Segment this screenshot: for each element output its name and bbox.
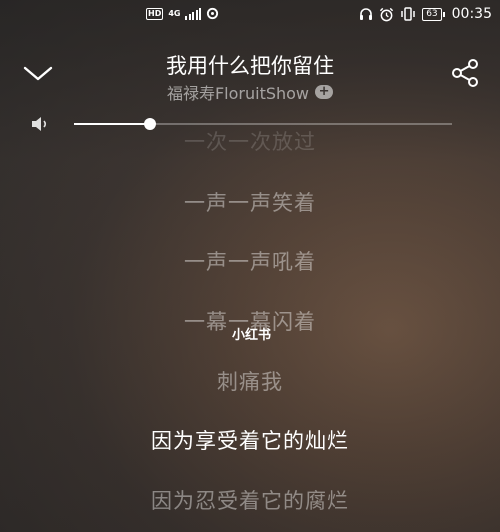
status-left: HD 4G	[146, 7, 219, 20]
signal-icon	[185, 7, 202, 20]
data-saver-icon	[207, 7, 219, 20]
artist-name[interactable]: 福禄寿FloruitShow	[167, 80, 309, 104]
vibrate-icon	[401, 7, 415, 21]
status-right: 63 00:35	[359, 6, 492, 22]
alarm-icon	[380, 7, 394, 21]
lyric-line[interactable]: 因为忍受着它的腐烂	[0, 485, 500, 515]
headphones-icon	[360, 8, 373, 20]
hd-icon: HD	[146, 7, 164, 20]
follow-artist-button[interactable]: +	[315, 85, 334, 99]
lyric-line[interactable]: 一次一次放过	[0, 126, 500, 156]
clock: 00:35	[451, 6, 492, 22]
artist-row: 福禄寿FloruitShow +	[0, 80, 500, 104]
network-type: 4G	[168, 9, 181, 18]
status-bar: HD 4G 63 00:35	[0, 0, 500, 30]
song-title: 我用什么把你留住	[166, 54, 334, 78]
lyric-line-current[interactable]: 因为享受着它的灿烂	[0, 425, 500, 455]
player-header: 我用什么把你留住 福禄寿FloruitShow +	[0, 48, 500, 108]
lyric-line[interactable]: 一声一声笑着	[0, 187, 500, 217]
battery-icon: 63	[422, 7, 446, 21]
watermark-logo: 小红书	[232, 328, 272, 343]
share-icon[interactable]	[450, 58, 480, 88]
lyric-line[interactable]: 刺痛我	[0, 366, 500, 396]
lyric-line[interactable]: 一声一声吼着	[0, 246, 500, 276]
